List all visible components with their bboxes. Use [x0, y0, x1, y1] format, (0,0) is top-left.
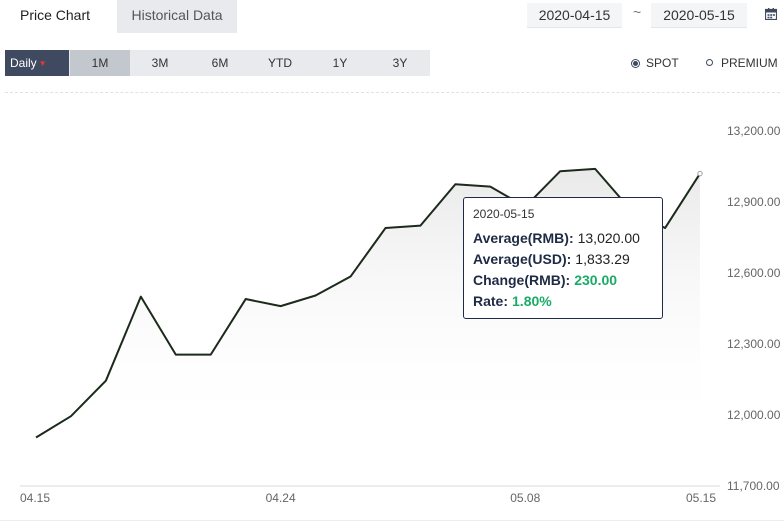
tooltip-avg-rmb-value: 13,020.00 — [577, 230, 640, 246]
start-date-input[interactable]: 2020-04-15 — [527, 3, 622, 28]
tooltip-avg-usd-label: Average(USD): — [473, 251, 572, 267]
date-range-separator: ~ — [633, 4, 642, 20]
radio-premium-label: PREMIUM — [721, 56, 778, 70]
radio-premium[interactable]: PREMIUM — [706, 56, 778, 70]
tab-price-chart[interactable]: Price Chart — [6, 0, 105, 33]
tooltip-avg-usd-value: 1,833.29 — [575, 251, 630, 267]
tooltip-change-value: 230.00 — [574, 272, 618, 288]
range-button-1m[interactable]: 1M — [70, 50, 130, 76]
x-tick-label: 05.08 — [510, 491, 540, 505]
data-tooltip: 2020-05-15 Average(RMB): 13,020.00 Averag… — [463, 197, 663, 319]
tooltip-avg-rmb-label: Average(RMB): — [473, 230, 574, 246]
y-tick-label: 12,600.00 — [727, 266, 781, 280]
radio-spot-label: SPOT — [646, 56, 679, 70]
radio-selected-icon — [633, 61, 638, 66]
range-button-3y[interactable]: 3Y — [370, 50, 430, 76]
y-tick-label: 12,900.00 — [727, 195, 781, 209]
radio-spot[interactable]: SPOT — [633, 56, 679, 70]
end-date-input[interactable]: 2020-05-15 — [651, 3, 747, 28]
radio-unselected-icon — [706, 59, 713, 66]
tooltip-change: Change(RMB): 230.00 — [473, 270, 662, 291]
x-tick-label: 05.15 — [686, 491, 716, 505]
price-chart[interactable]: 11,700.00 12,000.00 12,300.00 12,600.00 12,9… — [0, 96, 784, 520]
tooltip-change-label: Change(RMB): — [473, 272, 571, 288]
tooltip-avg-usd: Average(USD): 1,833.29 — [473, 249, 662, 270]
range-button-1y[interactable]: 1Y — [310, 50, 370, 76]
tooltip-avg-rmb: Average(RMB): 13,020.00 — [473, 228, 662, 249]
calendar-icon[interactable] — [765, 8, 777, 20]
y-tick-label: 11,700.00 — [727, 479, 780, 493]
y-tick-label: 12,000.00 — [727, 408, 781, 422]
tooltip-rate: Rate: 1.80% — [473, 291, 662, 312]
data-point — [697, 170, 703, 177]
range-selector: Daily ▼ 1M 3M 6M YTD 1Y 3Y — [5, 50, 430, 76]
divider — [5, 92, 780, 93]
x-tick-label: 04.15 — [20, 491, 50, 505]
range-button-ytd[interactable]: YTD — [250, 50, 310, 76]
frequency-dropdown[interactable]: Daily ▼ — [5, 50, 69, 76]
tab-historical-data[interactable]: Historical Data — [117, 0, 237, 33]
caret-down-icon: ▼ — [38, 59, 47, 68]
frequency-label: Daily — [10, 56, 37, 70]
y-tick-label: 13,200.00 — [727, 124, 781, 138]
x-tick-label: 04.24 — [266, 491, 296, 505]
range-button-3m[interactable]: 3M — [130, 50, 190, 76]
bottom-border — [0, 520, 784, 521]
tooltip-rate-label: Rate: — [473, 293, 509, 309]
y-tick-label: 12,300.00 — [727, 337, 781, 351]
tooltip-rate-value: 1.80% — [512, 293, 552, 309]
tooltip-date: 2020-05-15 — [473, 207, 535, 221]
range-button-6m[interactable]: 6M — [190, 50, 250, 76]
